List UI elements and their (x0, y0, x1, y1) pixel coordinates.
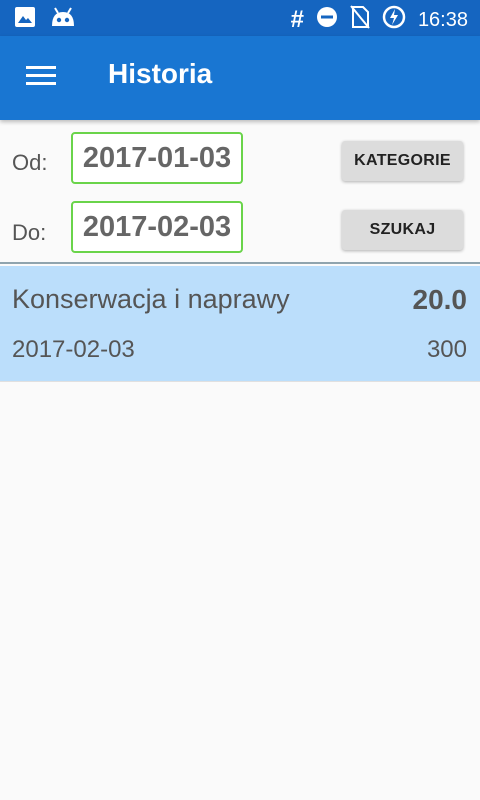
from-date-field[interactable]: 2017-01-03 (71, 132, 243, 184)
image-icon (14, 6, 36, 33)
status-bar: # 16:38 (0, 0, 480, 36)
dnd-icon (316, 6, 338, 33)
clock-time: 16:38 (417, 8, 468, 31)
app-bar: Historia (0, 36, 480, 120)
item-amount: 20.0 (412, 284, 468, 315)
battery-charging-icon (382, 5, 406, 34)
menu-icon[interactable] (22, 62, 62, 94)
item-date: 2017-02-03 (12, 336, 135, 363)
page-title: Historia (108, 58, 213, 89)
list-item[interactable]: Konserwacja i naprawy 20.0 2017-02-03 30… (0, 266, 480, 382)
categories-button[interactable]: KATEGORIE (342, 141, 463, 181)
android-icon (50, 6, 76, 33)
from-label: Od: (12, 150, 48, 175)
no-sim-icon (350, 5, 370, 34)
to-date-field[interactable]: 2017-02-03 (71, 201, 243, 253)
search-button[interactable]: SZUKAJ (342, 210, 463, 250)
date-filters: Od: 2017-01-03 KATEGORIE Do: 2017-02-03 … (0, 120, 480, 262)
history-list: Konserwacja i naprawy 20.0 2017-02-03 30… (0, 266, 480, 382)
item-value: 300 (426, 336, 467, 363)
hash-icon: # (290, 5, 304, 33)
item-category: Konserwacja i naprawy (12, 284, 290, 314)
to-label: Do: (12, 220, 47, 245)
divider (0, 262, 480, 264)
